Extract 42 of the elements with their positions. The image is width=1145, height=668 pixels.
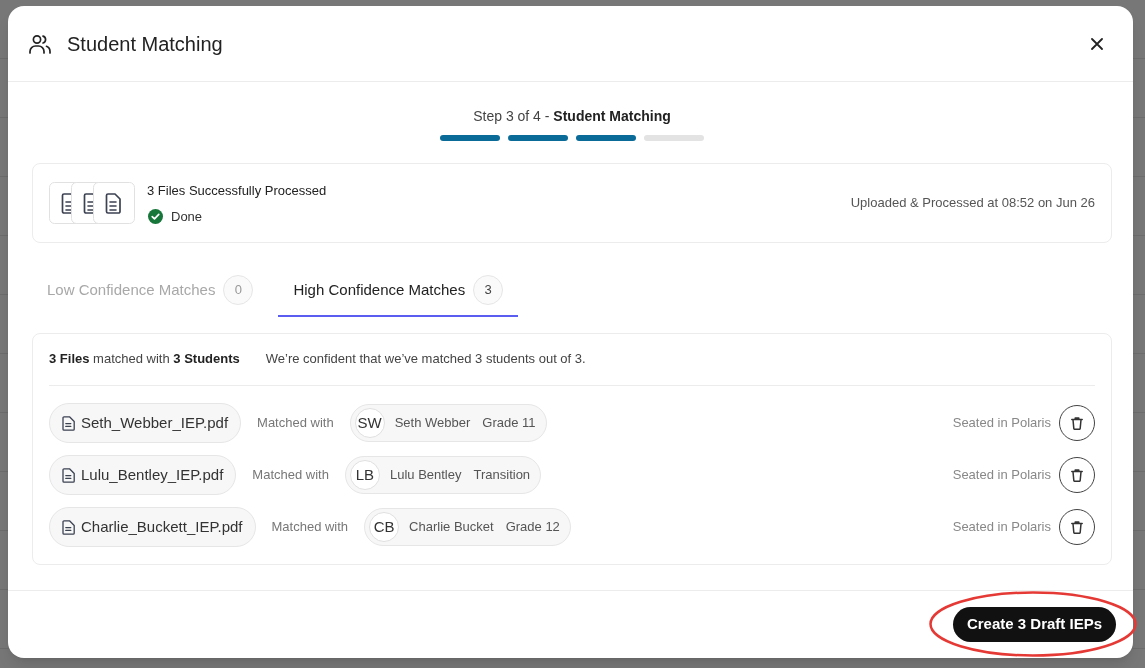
step-label: Step 3 of 4 - Student Matching [473,107,671,125]
file-name: Charlie_Buckett_IEP.pdf [81,516,243,537]
tab[interactable]: High Confidence Matches 3 [278,265,519,317]
upload-title: 3 Files Successfully Processed [147,181,327,199]
check-circle-icon [148,208,163,224]
delete-button[interactable] [1059,457,1095,493]
initials-avatar: SW [354,408,385,438]
file-name: Seth_Webber_IEP.pdf [81,412,229,433]
initials-avatar: LB [349,460,380,490]
match-count: 0 [223,275,254,305]
trash-icon [1071,416,1083,430]
seat-status: Seated in Polaris [952,466,1051,485]
match-count: 3 [473,275,504,305]
student-grade: Transition [473,466,531,485]
document-icon [62,467,75,483]
student-name: Charlie Bucket [409,518,494,537]
match-label: Matched with [271,518,349,537]
dialog-title: Student Matching [67,31,223,57]
seat-status: Seated in Polaris [952,414,1051,433]
file-name: Lulu_Bentley_IEP.pdf [81,464,224,485]
student-name: Lulu Bentley [389,466,462,485]
document-icon [62,519,75,535]
document-icon [62,415,75,431]
confidence-note: We’re confident that we’ve matched 3 students out of 3. [265,350,586,369]
trash-icon [1071,520,1083,534]
student-name: Seth Webber [394,414,471,433]
student-grade: Grade 11 [482,414,536,433]
match-summary: 3 Files matched with 3 Students [49,350,240,369]
upload-timestamp: Uploaded & Processed at 08:52 on Jun 26 [850,194,1095,213]
delete-button[interactable] [1059,509,1095,545]
status-label: Done [171,207,203,225]
seat-status: Seated in Polaris [952,518,1051,537]
close-icon [1091,37,1103,50]
trash-icon [1071,468,1083,482]
match-label: Matched with [257,414,334,433]
file-stack-icon [49,182,135,224]
match-label: Matched with [252,466,329,485]
people-icon [29,33,51,54]
initials-avatar: CB [369,512,400,542]
delete-button[interactable] [1059,405,1095,441]
create-drafts-button[interactable]: Create 3 Draft IEPs [952,607,1116,642]
student-grade: Grade 12 [505,518,560,537]
